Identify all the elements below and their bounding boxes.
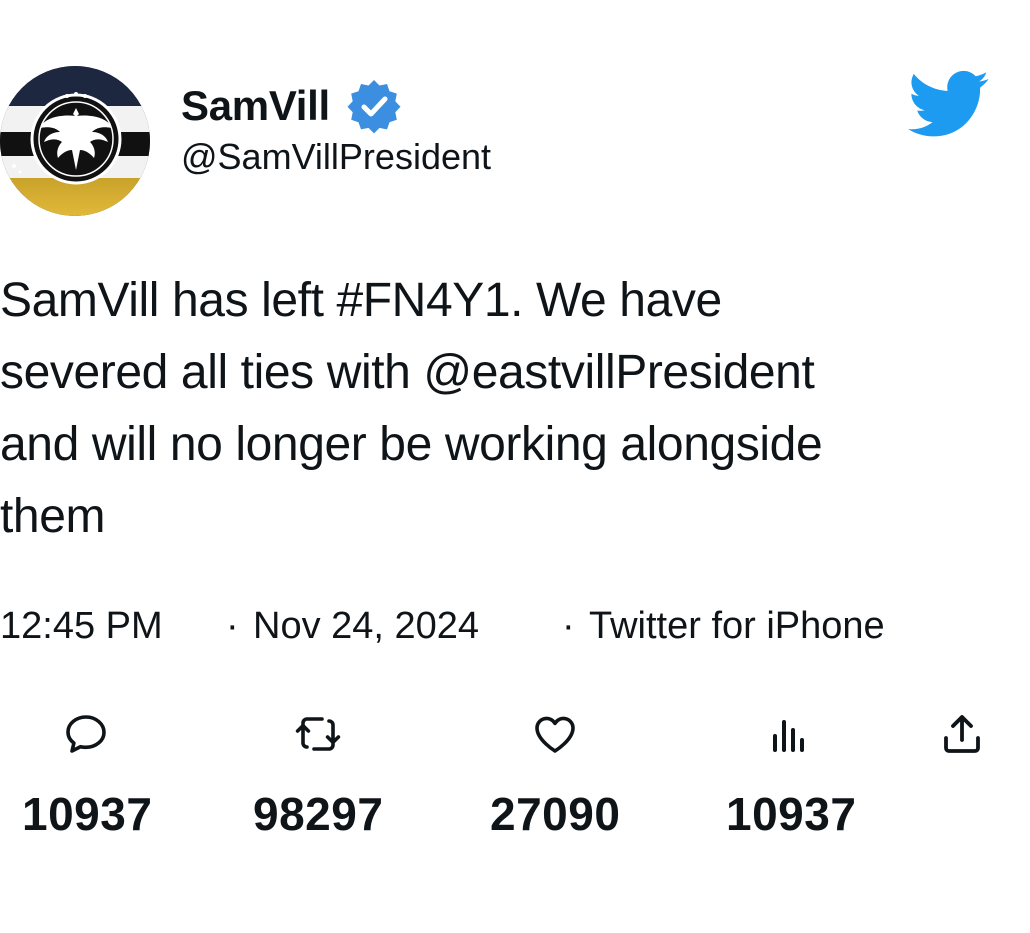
avatar[interactable] <box>0 66 150 216</box>
display-name[interactable]: SamVill <box>181 78 330 134</box>
views-button[interactable] <box>761 706 817 762</box>
author-name-row: SamVill <box>181 78 402 134</box>
like-count: 27090 <box>490 788 621 840</box>
retweet-icon <box>295 717 341 751</box>
user-handle[interactable]: @SamVillPresident <box>181 134 491 180</box>
reply-count: 10937 <box>22 788 153 840</box>
verified-badge-icon <box>346 78 402 134</box>
retweet-button[interactable] <box>290 706 346 762</box>
meta-separator: · <box>562 605 575 647</box>
share-button[interactable] <box>934 706 990 762</box>
tweet-date[interactable]: Nov 24, 2024 <box>253 600 479 652</box>
twitter-bird-icon <box>908 70 990 140</box>
views-count: 10937 <box>726 788 857 840</box>
reply-icon <box>66 715 106 753</box>
like-button[interactable] <box>527 706 583 762</box>
reply-button[interactable] <box>58 706 114 762</box>
meta-separator: · <box>226 605 239 647</box>
tweet-text: SamVill has left #FN4Y1. We have severed… <box>0 274 823 543</box>
eagle-emblem-icon <box>0 66 150 216</box>
tweet-source[interactable]: Twitter for iPhone <box>589 600 885 652</box>
views-icon <box>773 720 804 752</box>
share-icon <box>944 715 980 753</box>
tweet-time[interactable]: 12:45 PM <box>0 600 163 652</box>
like-icon <box>535 716 575 753</box>
retweet-count: 98297 <box>253 788 384 840</box>
